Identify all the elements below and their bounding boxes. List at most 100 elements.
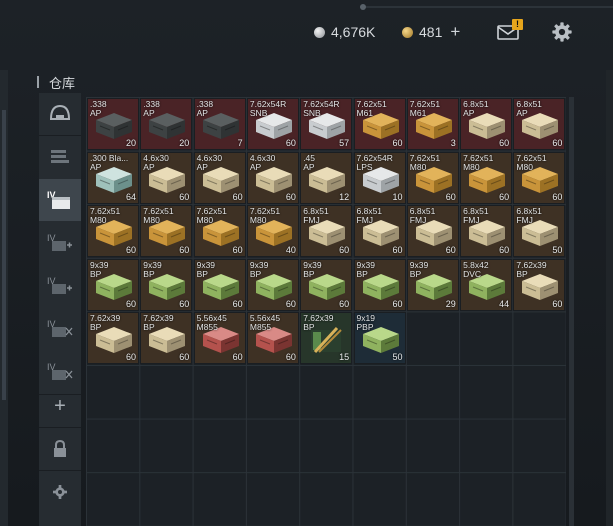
item-count: 44 xyxy=(499,298,510,309)
item-count: 12 xyxy=(339,191,350,202)
item-name: 4.6x30 AP xyxy=(143,152,169,172)
inventory-item[interactable]: 7.62x51 M80 60 xyxy=(87,205,139,258)
inventory-item[interactable]: 7.62x51 M61 60 xyxy=(353,98,406,150)
item-count: 60 xyxy=(339,298,350,309)
inventory-item[interactable]: 7.62x54R SNB 60 xyxy=(246,98,299,150)
inventory-item[interactable]: 9x39 BP 60 xyxy=(353,258,406,311)
inventory-item[interactable]: 5.8x42 DVC 44 xyxy=(460,258,513,311)
inventory-item[interactable]: 4.6x30 AP 60 xyxy=(246,151,299,204)
inventory-item[interactable]: 9x39 BP 29 xyxy=(406,258,459,311)
inventory-item[interactable]: 7.62x54R SNB 57 xyxy=(300,98,353,150)
item-name: 4.6x30 AP xyxy=(196,152,223,172)
sidebar-item-shelf[interactable] xyxy=(39,136,81,178)
gold-coin-icon xyxy=(402,26,413,38)
item-name: 9x39 BP xyxy=(249,259,269,279)
inventory-item[interactable]: 9x39 BP 60 xyxy=(300,258,353,311)
left-scroll-track[interactable] xyxy=(0,70,8,526)
sidebar-item-box-1[interactable]: IV xyxy=(39,179,81,221)
inventory-item[interactable]: 9x39 BP 60 xyxy=(193,258,246,311)
inventory-item[interactable]: 6.8x51 FMJ 60 xyxy=(460,205,513,258)
inventory-item[interactable]: 7.62x39 BP 15 xyxy=(300,312,353,365)
inventory-item[interactable]: .338 AP 20 xyxy=(140,98,193,150)
item-name: 9x39 BP xyxy=(90,259,109,279)
item-name: 5.56x45 M855 xyxy=(249,313,281,333)
inventory-item[interactable]: 7.62x51 M80 60 xyxy=(193,205,246,258)
sidebar-lock-button[interactable] xyxy=(39,428,81,470)
item-name: 9x39 BP xyxy=(196,259,216,279)
item-count: 10 xyxy=(392,191,403,202)
inventory-item[interactable]: .45 AP 12 xyxy=(300,151,353,204)
inventory-item[interactable]: 7.62x39 BP 60 xyxy=(87,312,139,365)
inventory-item[interactable]: 9x39 BP 60 xyxy=(87,258,139,311)
sidebar-add-storage-button[interactable]: + xyxy=(39,385,81,427)
inventory-item[interactable]: 7.62x51 M80 40 xyxy=(246,205,299,258)
item-count: 60 xyxy=(392,138,403,148)
inventory-item[interactable]: 5.56x45 M855 60 xyxy=(246,312,299,365)
item-count: 60 xyxy=(285,352,296,363)
item-count: 60 xyxy=(552,191,563,202)
sidebar-item-equipment[interactable] xyxy=(39,93,81,135)
gold-currency: 481 + xyxy=(402,22,460,42)
item-name: 7.62x39 BP xyxy=(90,313,121,333)
item-count: 60 xyxy=(232,245,243,256)
inventory-item[interactable]: 7.62x51 M80 60 xyxy=(460,151,513,204)
item-name: 7.62x39 BP xyxy=(303,313,334,333)
item-name: 7.62x51 M80 xyxy=(90,206,121,226)
inventory-item[interactable]: .338 AP 20 xyxy=(87,98,139,150)
inventory-item[interactable]: 6.8x51 FMJ 60 xyxy=(353,205,406,258)
item-count: 60 xyxy=(499,191,510,202)
storage-box-add-icon: IV xyxy=(47,233,72,251)
inventory-item[interactable]: 4.6x30 AP 60 xyxy=(140,151,193,204)
inventory-item[interactable]: 7.62x51 M80 60 xyxy=(140,205,193,258)
inventory-item[interactable]: 7.62x39 BP 60 xyxy=(513,258,566,311)
inventory-item[interactable]: 7.62x51 M80 60 xyxy=(513,151,566,204)
sidebar-item-box-4[interactable]: IV xyxy=(39,308,81,350)
inventory-item[interactable]: 7.62x39 BP 60 xyxy=(140,312,193,365)
inventory-scrollbar[interactable] xyxy=(569,97,574,526)
item-name: 7.62x39 BP xyxy=(143,313,174,333)
left-scroll-thumb[interactable] xyxy=(2,110,6,400)
inventory-item[interactable]: 9x39 BP 60 xyxy=(246,258,299,311)
settings-gear-icon[interactable] xyxy=(551,21,573,43)
item-name: 6.8x51 FMJ xyxy=(516,206,542,226)
item-count: 60 xyxy=(499,245,510,256)
inventory-item[interactable]: 7.62x51 M61 3 xyxy=(406,98,459,150)
inventory-item[interactable]: .300 Bla... AP 64 xyxy=(87,151,139,204)
storage-shelf-icon xyxy=(51,150,69,163)
item-name: 6.8x51 FMJ xyxy=(303,206,329,226)
item-count: 50 xyxy=(552,245,563,256)
sidebar-item-box-2[interactable]: IV xyxy=(39,222,81,264)
item-count: 60 xyxy=(125,352,136,363)
item-name: .338 AP xyxy=(90,99,107,118)
inventory-item[interactable]: 9x39 BP 60 xyxy=(140,258,193,311)
item-count: 60 xyxy=(179,191,190,202)
sidebar-settings-button[interactable] xyxy=(39,471,81,513)
gold-amount: 481 xyxy=(419,24,443,40)
item-name: 9x39 BP xyxy=(143,259,162,279)
item-name: .45 AP xyxy=(303,152,316,172)
storage-box-add-icon: IV xyxy=(47,276,72,294)
inventory-item[interactable]: 6.8x51 AP 60 xyxy=(513,98,566,150)
item-name: .338 AP xyxy=(196,99,214,118)
inventory-item[interactable]: 6.8x51 AP 60 xyxy=(460,98,513,150)
item-name: 7.62x51 M80 xyxy=(143,206,174,226)
silver-amount: 4,676K xyxy=(331,24,376,40)
storage-title: 仓库 xyxy=(37,74,75,91)
inventory-item[interactable]: 6.8x51 FMJ 60 xyxy=(406,205,459,258)
add-gold-button[interactable]: + xyxy=(450,22,460,42)
item-count: 64 xyxy=(125,191,136,202)
inventory-item[interactable]: 7.62x51 M80 60 xyxy=(406,151,459,204)
sidebar-item-box-3[interactable]: IV xyxy=(39,265,81,307)
inventory-item[interactable]: 6.8x51 FMJ 60 xyxy=(300,205,353,258)
item-name: .300 Bla... AP xyxy=(90,152,129,172)
inventory-item[interactable]: 9x19 PBP 50 xyxy=(353,312,406,365)
plus-icon: + xyxy=(54,394,66,417)
item-name: 9x19 PBP xyxy=(356,313,375,333)
item-count: 7 xyxy=(237,138,243,148)
item-count: 57 xyxy=(339,138,350,148)
inventory-item[interactable]: .338 AP 7 xyxy=(193,98,246,150)
inventory-item[interactable]: 7.62x54R LPS 10 xyxy=(353,151,406,204)
inventory-item[interactable]: 4.6x30 AP 60 xyxy=(193,151,246,204)
inventory-item[interactable]: 6.8x51 FMJ 50 xyxy=(513,205,566,258)
inventory-item[interactable]: 5.56x45 M855 60 xyxy=(193,312,246,365)
